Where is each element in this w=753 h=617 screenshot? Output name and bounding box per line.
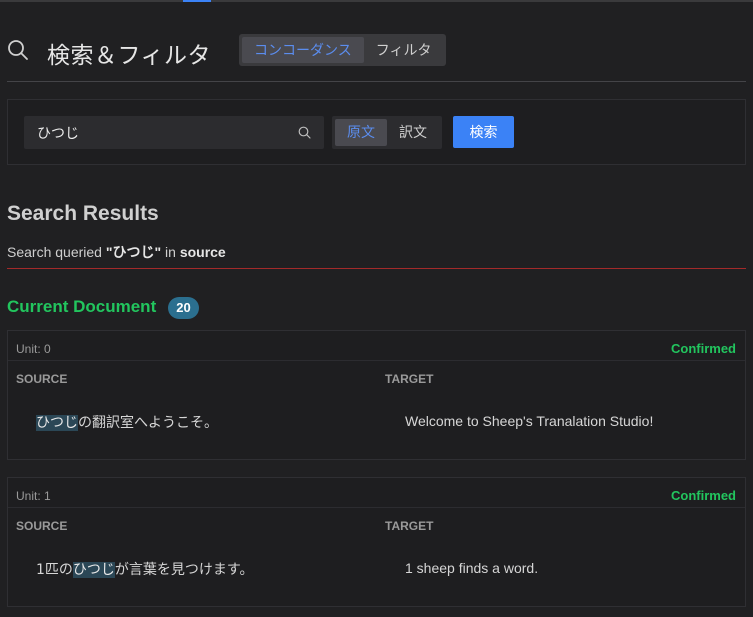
target-column-label: TARGET [385, 372, 434, 386]
target-text: 1 sheep finds a word. [405, 560, 539, 576]
source-before: 1匹の [36, 562, 73, 578]
search-box [24, 116, 324, 149]
source-after: が言葉を見つけます。 [114, 562, 254, 578]
source-column-label: SOURCE [16, 372, 68, 386]
status-badge: Confirmed [671, 488, 736, 503]
page-title: 検索＆フィルタ [47, 42, 212, 68]
source-after: の翻訳室へようこそ。 [78, 415, 218, 431]
panel-header: 検索＆フィルタ コンコーダンス フィルタ [7, 32, 746, 82]
query-prefix: Search queried [7, 244, 102, 260]
scope-source-tab[interactable]: 原文 [335, 119, 387, 146]
divider [8, 507, 745, 508]
search-panel: 原文 訳文 検索 [7, 99, 746, 165]
mode-tabs: コンコーダンス フィルタ [239, 34, 447, 66]
source-column-label: SOURCE [16, 519, 68, 533]
scope-toggle: 原文 訳文 [332, 116, 442, 149]
divider [7, 268, 746, 269]
target-text: Welcome to Sheep's Tranalation Studio! [405, 413, 654, 429]
query-summary: Search queried "ひつじ" in source [7, 242, 226, 262]
search-icon[interactable] [298, 126, 311, 139]
unit-card[interactable]: Unit: 0 Confirmed SOURCE TARGET ひつじの翻訳室へ… [7, 330, 746, 460]
source-text: ひつじの翻訳室へようこそ。 [36, 412, 218, 432]
tab-concordance[interactable]: コンコーダンス [242, 37, 364, 63]
query-mid: in [165, 244, 176, 260]
source-text: 1匹のひつじが言葉を見つけます。 [36, 559, 254, 579]
search-input[interactable] [37, 116, 287, 149]
status-badge: Confirmed [671, 341, 736, 356]
search-button[interactable]: 検索 [453, 116, 514, 148]
unit-id: Unit: 0 [16, 342, 51, 356]
divider [8, 360, 745, 361]
scope-target-tab[interactable]: 訳文 [387, 119, 439, 146]
results-title: Search Results [7, 202, 159, 225]
target-column-label: TARGET [385, 519, 434, 533]
tab-filter[interactable]: フィルタ [364, 37, 444, 63]
count-badge: 20 [168, 297, 199, 319]
query-term: "ひつじ" [105, 244, 162, 260]
unit-id: Unit: 1 [16, 489, 51, 503]
match-highlight: ひつじ [36, 415, 78, 431]
unit-card[interactable]: Unit: 1 Confirmed SOURCE TARGET 1匹のひつじが言… [7, 477, 746, 607]
top-tab-strip [0, 0, 753, 2]
active-tab-indicator [183, 0, 211, 2]
section-title: Current Document [7, 297, 157, 316]
search-icon [8, 40, 28, 60]
match-highlight: ひつじ [72, 562, 115, 578]
query-scope: source [179, 244, 226, 260]
